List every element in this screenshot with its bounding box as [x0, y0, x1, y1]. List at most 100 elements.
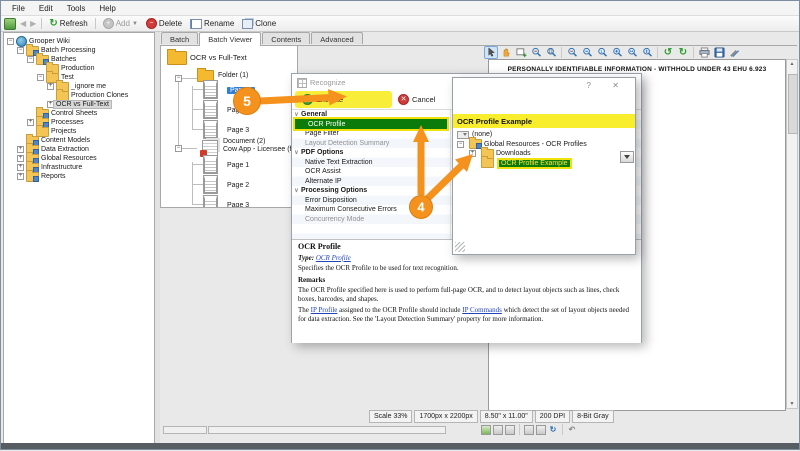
capture-icon[interactable] — [514, 46, 528, 59]
tree-item-batch-processing[interactable]: − Batch Processing — [17, 43, 95, 56]
expand-icon[interactable]: − — [7, 38, 14, 45]
batch-root-label[interactable]: OCR vs Full-Text — [190, 53, 247, 62]
rotate-right-icon[interactable]: ↻ — [676, 46, 690, 59]
chevron-down-icon[interactable]: ∨ — [292, 149, 301, 156]
expand-icon[interactable]: + — [17, 173, 24, 180]
document-node-label[interactable]: Document (2) — [223, 138, 265, 145]
hand-icon[interactable] — [499, 46, 513, 59]
undo-icon[interactable]: ↶ — [567, 425, 577, 435]
menu-item-help[interactable]: Help — [92, 3, 122, 14]
cursor-icon[interactable] — [484, 46, 498, 59]
tree-item-ocr-vs-full-text[interactable]: +APPROVED BY OMB: NO. 0100-0000EXPIRES: … — [47, 100, 112, 109]
viewer-scrollbar[interactable]: ▲ ▼ — [786, 59, 798, 409]
page-thumbnail[interactable] — [203, 80, 218, 99]
refresh-button[interactable]: ↻ Refresh — [45, 18, 91, 30]
scroll-down-icon[interactable]: ▼ — [787, 401, 797, 407]
zoom-select-icon[interactable] — [529, 46, 543, 59]
page-thumbnail[interactable] — [203, 195, 218, 207]
close-icon[interactable]: ✕ — [612, 81, 619, 90]
expand-icon[interactable]: − — [27, 56, 34, 63]
page-thumbnail[interactable] — [203, 155, 218, 174]
zoom-page-icon[interactable] — [544, 46, 558, 59]
back-icon[interactable]: ◀ — [18, 19, 28, 28]
combo-arrow-icon[interactable] — [620, 151, 634, 163]
property-row-ocr-profile[interactable]: OCR Profile — [293, 117, 449, 131]
zoom-fit-height-icon[interactable] — [640, 46, 654, 59]
ocr-profile-link[interactable]: OCR Profile — [316, 254, 351, 262]
tab-advanced[interactable]: Advanced — [311, 32, 363, 44]
status-1700px-x-2200px: 1700px x 2200px — [414, 410, 478, 423]
expand-icon[interactable]: + — [27, 119, 34, 126]
tab-batch[interactable]: Batch — [161, 32, 199, 44]
tree-item-label: Production Clones — [71, 92, 129, 99]
zoom-fit-width-icon[interactable] — [625, 46, 639, 59]
expand-icon[interactable]: − — [457, 140, 464, 148]
page-thumbnail[interactable] — [203, 100, 218, 119]
dropdown-item-global-resources-ocr-profiles[interactable]: − Global Resources - OCR Profiles — [457, 137, 587, 149]
adjust-icon[interactable] — [524, 424, 534, 435]
tree-item-label: Global Resources — [41, 155, 97, 162]
ip-commands-link[interactable]: IP Commands — [462, 306, 502, 314]
zoom-100-icon[interactable]: 1 — [595, 46, 609, 59]
menu-item-file[interactable]: File — [5, 3, 32, 14]
tree-item-label: Control Sheets — [51, 110, 98, 117]
expand-icon[interactable]: + — [17, 164, 24, 171]
print-icon[interactable] — [697, 46, 711, 59]
tree-item-grooper-wiki[interactable]: − Grooper Wiki — [7, 36, 70, 47]
status-8-50-x-11-00: 8.50" x 11.00" — [479, 410, 533, 423]
tree-item-projects[interactable]: Projects — [27, 124, 76, 137]
tab-contents[interactable]: Contents — [262, 32, 311, 44]
expand-icon[interactable]: + — [47, 101, 54, 108]
expand-icon[interactable]: − — [17, 47, 24, 54]
page-thumbnail[interactable] — [203, 175, 218, 194]
scroll-up-icon[interactable]: ▲ — [787, 61, 797, 67]
page-node-page-1[interactable]: Page 1 — [227, 87, 256, 94]
crop-icon[interactable] — [536, 424, 546, 435]
zoom-out-2-icon[interactable] — [565, 46, 579, 59]
tools-icon[interactable] — [727, 46, 741, 59]
help-icon[interactable]: ? — [587, 81, 591, 90]
page-node-page-2[interactable]: Page 2 — [227, 182, 249, 189]
page-node-page-3[interactable]: Page 3 — [227, 202, 249, 207]
scrollbar-thumb[interactable] — [788, 74, 798, 134]
tree-item-reports[interactable]: + Reports — [17, 169, 66, 182]
cancel-button[interactable]: ✕ Cancel — [398, 94, 435, 105]
folder-node-label[interactable]: Folder (1) — [218, 72, 248, 79]
image-gray-icon[interactable] — [493, 424, 503, 435]
ip-profile-link[interactable]: IP Profile — [311, 306, 338, 314]
rename-button[interactable]: Rename — [186, 18, 238, 30]
tree-item-production-clones[interactable]: Production Clones — [47, 88, 129, 101]
zoom-dynamic-icon[interactable] — [610, 46, 624, 59]
delete-button[interactable]: − Delete — [142, 17, 186, 30]
expand-icon[interactable]: − — [175, 145, 182, 152]
add-button[interactable]: + Add ▼ — [99, 17, 142, 30]
expand-icon[interactable]: + — [17, 146, 24, 153]
page-node-page-1[interactable]: Page 1 — [227, 162, 249, 169]
zoom-out-icon[interactable] — [580, 46, 594, 59]
expand-icon[interactable]: + — [469, 150, 476, 157]
rotate-left-icon[interactable]: ↺ — [661, 46, 675, 59]
image-plus-icon[interactable] — [505, 424, 515, 435]
refresh-blue-icon[interactable]: ↻ — [548, 425, 558, 435]
forward-icon[interactable]: ▶ — [28, 19, 38, 28]
page-node-page-2[interactable]: Page 2 — [227, 107, 249, 114]
tab-batch-viewer[interactable]: Batch Viewer — [199, 32, 262, 46]
expand-icon[interactable]: − — [37, 74, 44, 81]
image-green-icon[interactable] — [481, 424, 491, 435]
chevron-down-icon[interactable]: ∨ — [292, 187, 301, 194]
menu-item-edit[interactable]: Edit — [32, 3, 60, 14]
property-label: Concurrency Mode — [305, 215, 365, 223]
menu-item-tools[interactable]: Tools — [60, 3, 93, 14]
page-thumbnail[interactable] — [203, 120, 218, 139]
document-title: PERSONALLY IDENTIFIABLE INFORMATION - WI… — [507, 66, 767, 73]
execute-button[interactable]: ✓ Execute — [302, 94, 343, 105]
save-icon[interactable] — [712, 46, 726, 59]
dropdown-item-ocr-profile-example[interactable]: OCR Profile Example — [469, 156, 572, 169]
page-node-page-3[interactable]: Page 3 — [227, 127, 249, 134]
expand-icon[interactable]: + — [47, 83, 54, 90]
ocr-profile-value[interactable]: OCR Profile Example — [453, 114, 635, 163]
resize-grip[interactable] — [455, 242, 465, 252]
expand-icon[interactable]: − — [175, 75, 182, 82]
clone-button[interactable]: Clone — [238, 18, 280, 30]
expand-icon[interactable]: + — [17, 155, 24, 162]
